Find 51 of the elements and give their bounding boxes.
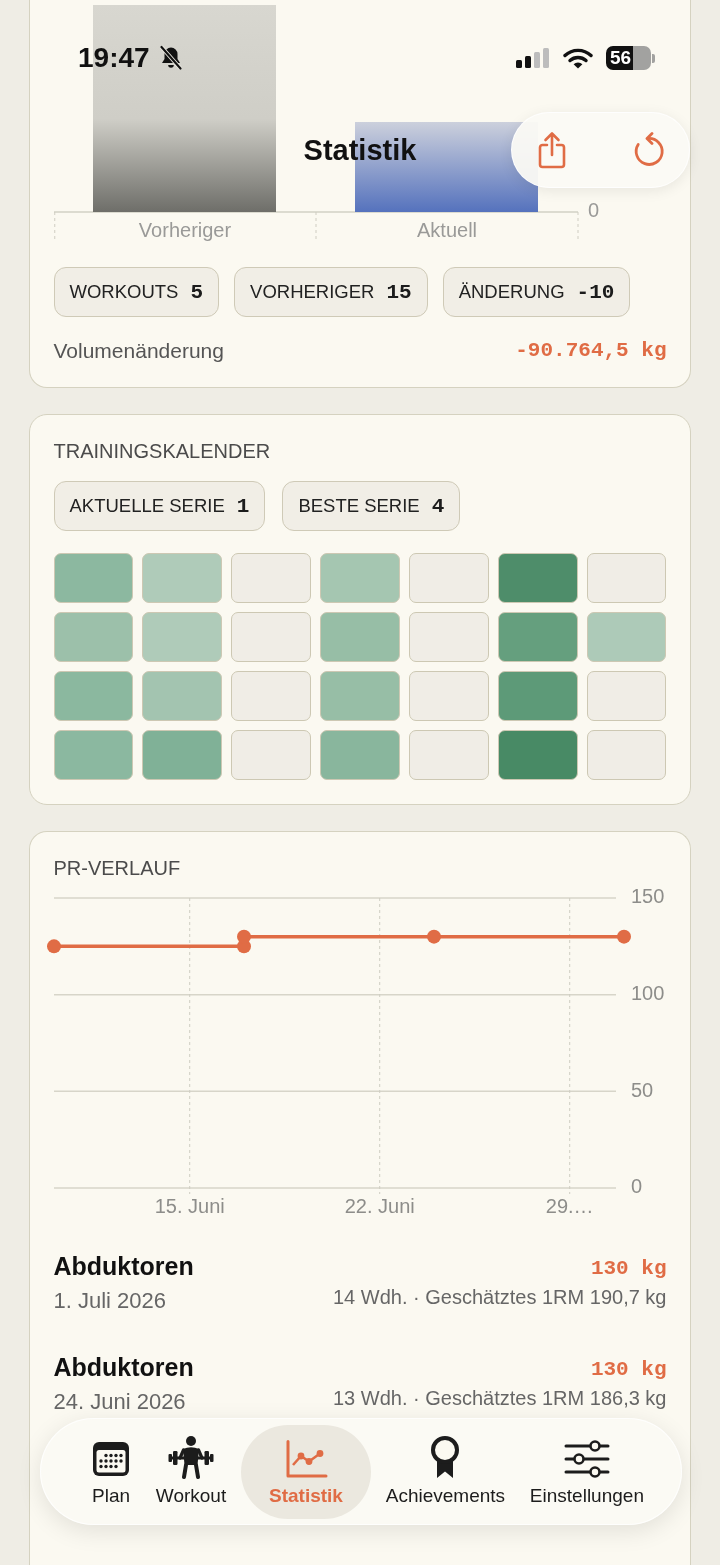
weight-value: 130 kg <box>590 1256 667 1282</box>
stat-value: 15 <box>386 280 412 304</box>
status-time: 19:47 <box>78 41 150 75</box>
axis-label: 0 <box>630 1175 642 1198</box>
axis-label: 22. Juni <box>344 1195 415 1218</box>
stat-label: ÄNDERUNG <box>458 281 565 303</box>
stat-value: 5 <box>190 280 204 304</box>
entry-date: 1. Juli 2026 <box>53 1287 168 1315</box>
share-icon <box>537 131 567 169</box>
stat-value: -10 <box>576 280 615 304</box>
wifi-icon <box>563 47 593 69</box>
axis-label: Vorheriger <box>138 219 231 242</box>
axis-label: 50 <box>630 1078 653 1101</box>
weight-value: 130 kg <box>590 1357 667 1383</box>
stat-label: VORHERIGER <box>250 281 375 303</box>
tab-button[interactable]: Einstellungen <box>519 1424 654 1519</box>
streak-label: AKTUELLE SERIE <box>69 495 225 517</box>
axis-label: 100 <box>630 981 664 1004</box>
screen-title: Statistik <box>303 133 417 168</box>
entry-details: 14 Wdh. · Geschätztes 1RM 190,7 kg <box>333 1285 667 1310</box>
axis-label: 15. Juni <box>154 1195 225 1218</box>
card-title: TRAININGSKALENDER <box>53 439 272 463</box>
weightlifter-icon <box>167 1434 215 1479</box>
axis-label: Aktuell <box>416 219 477 242</box>
circular-arrow-icon <box>633 132 667 168</box>
axis-label: 0 <box>587 199 599 222</box>
exercise-name: Abduktoren <box>53 1251 194 1281</box>
axis-label: 150 <box>630 885 664 908</box>
battery-indicator: 56 <box>606 46 655 70</box>
streak-value: 1 <box>236 494 250 518</box>
stat-label: WORKOUTS <box>69 281 179 303</box>
streak-value: 4 <box>431 494 445 518</box>
sliders-icon <box>563 1438 610 1479</box>
data-point <box>236 929 251 944</box>
tab-button[interactable]: Workout <box>145 1424 237 1519</box>
axis-label: 29.… <box>545 1195 594 1218</box>
streak-label: BESTE SERIE <box>298 495 420 517</box>
entry-details: 13 Wdh. · Geschätztes 1RM 186,3 kg <box>333 1386 667 1411</box>
tab-button[interactable]: Plan <box>81 1424 141 1519</box>
medal-icon <box>429 1434 462 1479</box>
volume-change-value: -90.764,5 kg <box>515 339 667 363</box>
tab-button[interactable]: Achievements <box>375 1424 516 1519</box>
data-point <box>426 929 441 944</box>
line-chart-icon <box>283 1438 328 1479</box>
data-point <box>616 929 631 944</box>
entry-date: 24. Juni 2026 <box>53 1388 187 1416</box>
card-title: PR-VERLAUF <box>53 856 182 880</box>
volume-change-label: Volumenänderung <box>53 339 224 363</box>
exercise-name: Abduktoren <box>53 1352 194 1382</box>
data-point <box>46 939 61 954</box>
signal-icon <box>516 48 550 68</box>
